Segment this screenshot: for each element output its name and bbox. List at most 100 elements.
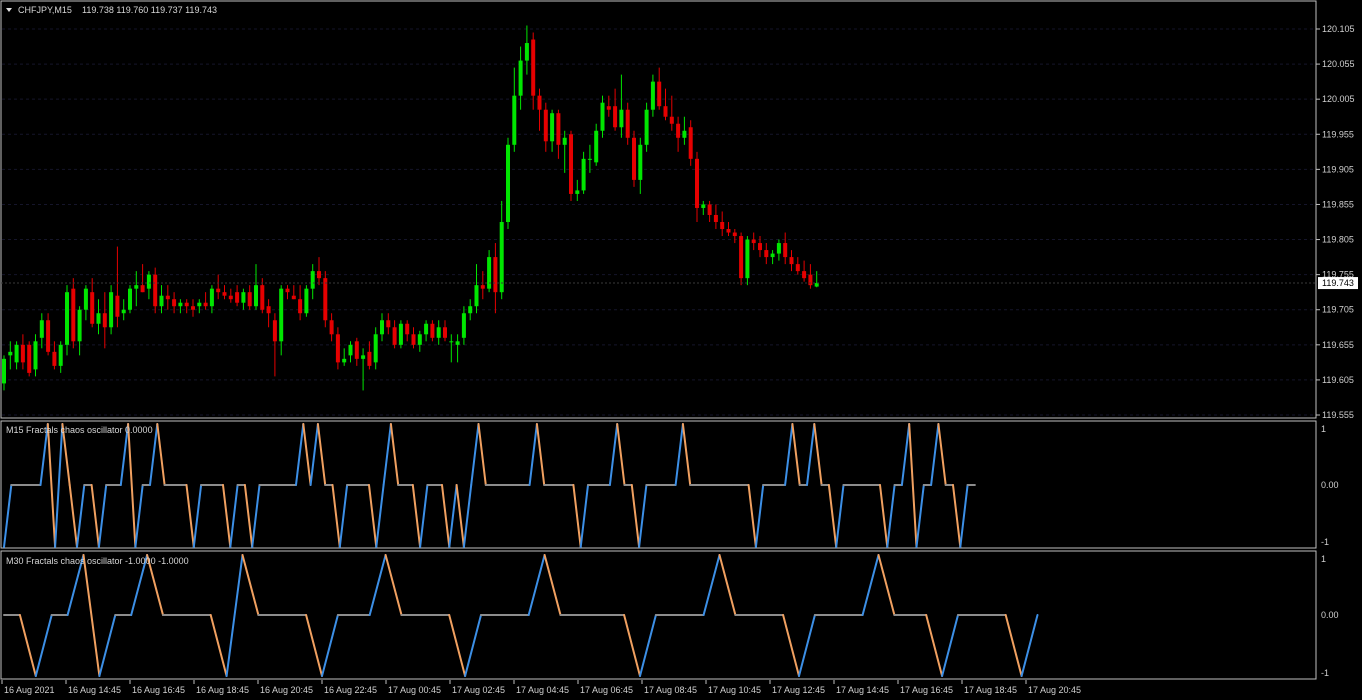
candle-body — [688, 127, 693, 159]
candle-body — [802, 271, 807, 279]
candle-body — [695, 158, 699, 208]
candle-body — [386, 320, 391, 328]
candle-body — [398, 323, 403, 345]
candle-body — [405, 323, 410, 335]
time-tick-label: 16 Aug 14:45 — [68, 685, 121, 695]
m30-axis-tick-top: 1 — [1321, 554, 1326, 564]
candle-body — [266, 306, 271, 314]
m15-oscillator-title: M15 Fractals chaos oscillator 0.0000 — [6, 425, 153, 435]
candle-body — [739, 236, 744, 279]
candle — [71, 278, 76, 349]
candle-body — [140, 285, 145, 293]
candle-body — [613, 106, 618, 128]
candle-body — [764, 250, 769, 258]
candle-body — [241, 292, 246, 303]
candle — [745, 236, 750, 286]
m15-axis-tick-top: 1 — [1321, 424, 1326, 434]
candle-body — [487, 257, 492, 289]
candle-body — [518, 60, 523, 96]
candle-body — [33, 341, 38, 370]
candle-body — [606, 106, 611, 110]
candle-body — [531, 39, 536, 96]
candle-body — [102, 313, 107, 328]
candle-body — [795, 264, 800, 272]
candle-body — [619, 109, 624, 128]
candle-body — [329, 320, 334, 335]
candle-body — [701, 204, 706, 208]
candle-body — [235, 292, 240, 303]
candle — [398, 320, 403, 349]
candle-body — [669, 116, 674, 124]
time-tick-label: 17 Aug 20:45 — [1028, 685, 1081, 695]
time-tick-label: 17 Aug 06:45 — [580, 685, 633, 695]
candle-body — [191, 306, 195, 310]
candle-body — [203, 302, 208, 307]
candle-body — [600, 102, 605, 131]
time-tick-label: 17 Aug 04:45 — [516, 685, 569, 695]
candle-body — [65, 292, 69, 345]
candle-body — [71, 288, 76, 342]
candle-body — [197, 302, 202, 307]
candle-body — [373, 334, 378, 363]
time-tick-label: 17 Aug 08:45 — [644, 685, 697, 695]
candle-body — [153, 274, 158, 307]
candle-body — [524, 43, 529, 61]
candle-body — [443, 327, 447, 338]
candle-body — [720, 222, 725, 230]
candle-body — [461, 313, 466, 338]
candle-body — [317, 271, 321, 279]
candle-body — [556, 113, 561, 145]
candle-body — [285, 288, 290, 293]
candle-body — [424, 323, 429, 335]
price-tick-label: 120.005 — [1322, 94, 1355, 104]
candle-body — [417, 334, 422, 345]
price-tick-label: 119.955 — [1322, 129, 1354, 139]
candle-body — [8, 351, 13, 356]
candle-body — [480, 285, 485, 289]
candle-body — [77, 309, 82, 342]
candle-body — [134, 285, 139, 289]
price-tick-label: 120.055 — [1322, 59, 1355, 69]
candle-body — [638, 144, 643, 180]
candle-body — [392, 327, 397, 345]
candle-body — [808, 274, 813, 286]
candle — [632, 130, 636, 187]
candle-body — [354, 341, 359, 359]
candle-body — [663, 106, 668, 117]
candle-body — [745, 239, 750, 279]
time-tick-label: 17 Aug 16:45 — [900, 685, 953, 695]
candle-body — [304, 288, 309, 314]
candle-body — [291, 295, 296, 300]
candle-body — [682, 130, 687, 138]
candle-body — [713, 214, 718, 222]
candle-body — [789, 257, 794, 265]
price-tick-label: 119.905 — [1322, 164, 1354, 174]
time-tick-label: 16 Aug 18:45 — [196, 685, 249, 695]
candle-body — [159, 295, 164, 307]
time-tick-label: 17 Aug 02:45 — [452, 685, 505, 695]
candle-body — [512, 95, 517, 145]
candle-body — [109, 292, 114, 328]
candle-body — [449, 341, 454, 343]
time-tick-label: 17 Aug 00:45 — [388, 685, 441, 695]
candle-body — [751, 239, 756, 244]
candle-body — [430, 323, 435, 338]
m30-oscillator-title: M30 Fractals chaos oscillator -1.0000 -1… — [6, 556, 189, 566]
price-tick-label: 119.605 — [1322, 375, 1354, 385]
candle-body — [380, 320, 384, 335]
candle-body — [335, 334, 340, 363]
candle-body — [776, 243, 781, 254]
chart-window[interactable]: CHFJPY,M15 119.738 119.760 119.737 119.7… — [0, 0, 1362, 700]
candle-body — [209, 288, 214, 307]
ohlc-readout: 119.738 119.760 119.737 119.743 — [82, 5, 217, 15]
time-tick-label: 16 Aug 22:45 — [324, 685, 377, 695]
candle-body — [506, 144, 510, 222]
candle-body — [650, 81, 655, 110]
candle-body — [46, 320, 51, 352]
candle-body — [644, 109, 649, 145]
candle-body — [814, 283, 819, 287]
m30-axis-tick-bottom: -1 — [1321, 668, 1329, 678]
candle-body — [247, 292, 252, 307]
candle-body — [758, 243, 762, 251]
time-tick-label: 17 Aug 14:45 — [836, 685, 889, 695]
